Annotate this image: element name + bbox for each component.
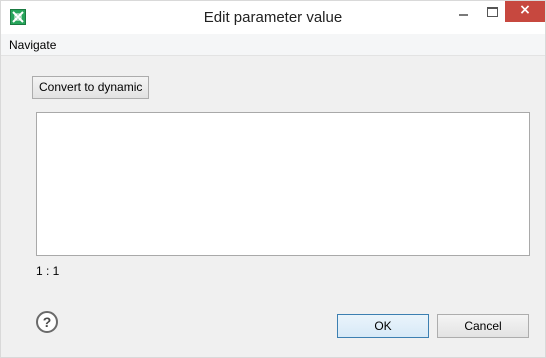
close-button[interactable]: × xyxy=(505,1,545,22)
minimize-icon xyxy=(459,14,468,16)
edit-parameter-dialog: Edit parameter value × Navigate Convert … xyxy=(0,0,546,358)
menu-navigate[interactable]: Navigate xyxy=(9,38,56,52)
convert-to-dynamic-button[interactable]: Convert to dynamic xyxy=(32,76,150,99)
cancel-button[interactable]: Cancel xyxy=(437,314,529,338)
maximize-button[interactable] xyxy=(478,1,506,22)
close-icon: × xyxy=(519,2,531,18)
help-icon[interactable]: ? xyxy=(36,311,58,333)
ok-button[interactable]: OK xyxy=(337,314,429,338)
parameter-value-editor[interactable] xyxy=(36,112,530,256)
minimize-button[interactable] xyxy=(450,1,478,22)
menu-bar: Navigate xyxy=(1,34,545,56)
maximize-icon xyxy=(487,7,498,17)
title-bar[interactable]: Edit parameter value × xyxy=(1,1,545,34)
dialog-body: Navigate Convert to dynamic 1 : 1 ? OK C… xyxy=(1,34,545,357)
cursor-position-indicator: 1 : 1 xyxy=(36,264,60,278)
